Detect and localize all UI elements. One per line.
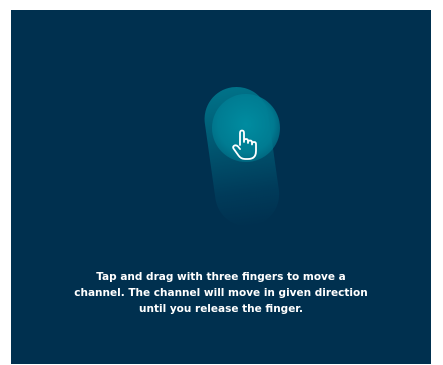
hand-pointer-icon (232, 129, 257, 160)
gesture-instruction-text: Tap and drag with three fingers to move … (74, 271, 368, 315)
gesture-tutorial-panel: Tap and drag with three fingers to move … (11, 10, 431, 364)
